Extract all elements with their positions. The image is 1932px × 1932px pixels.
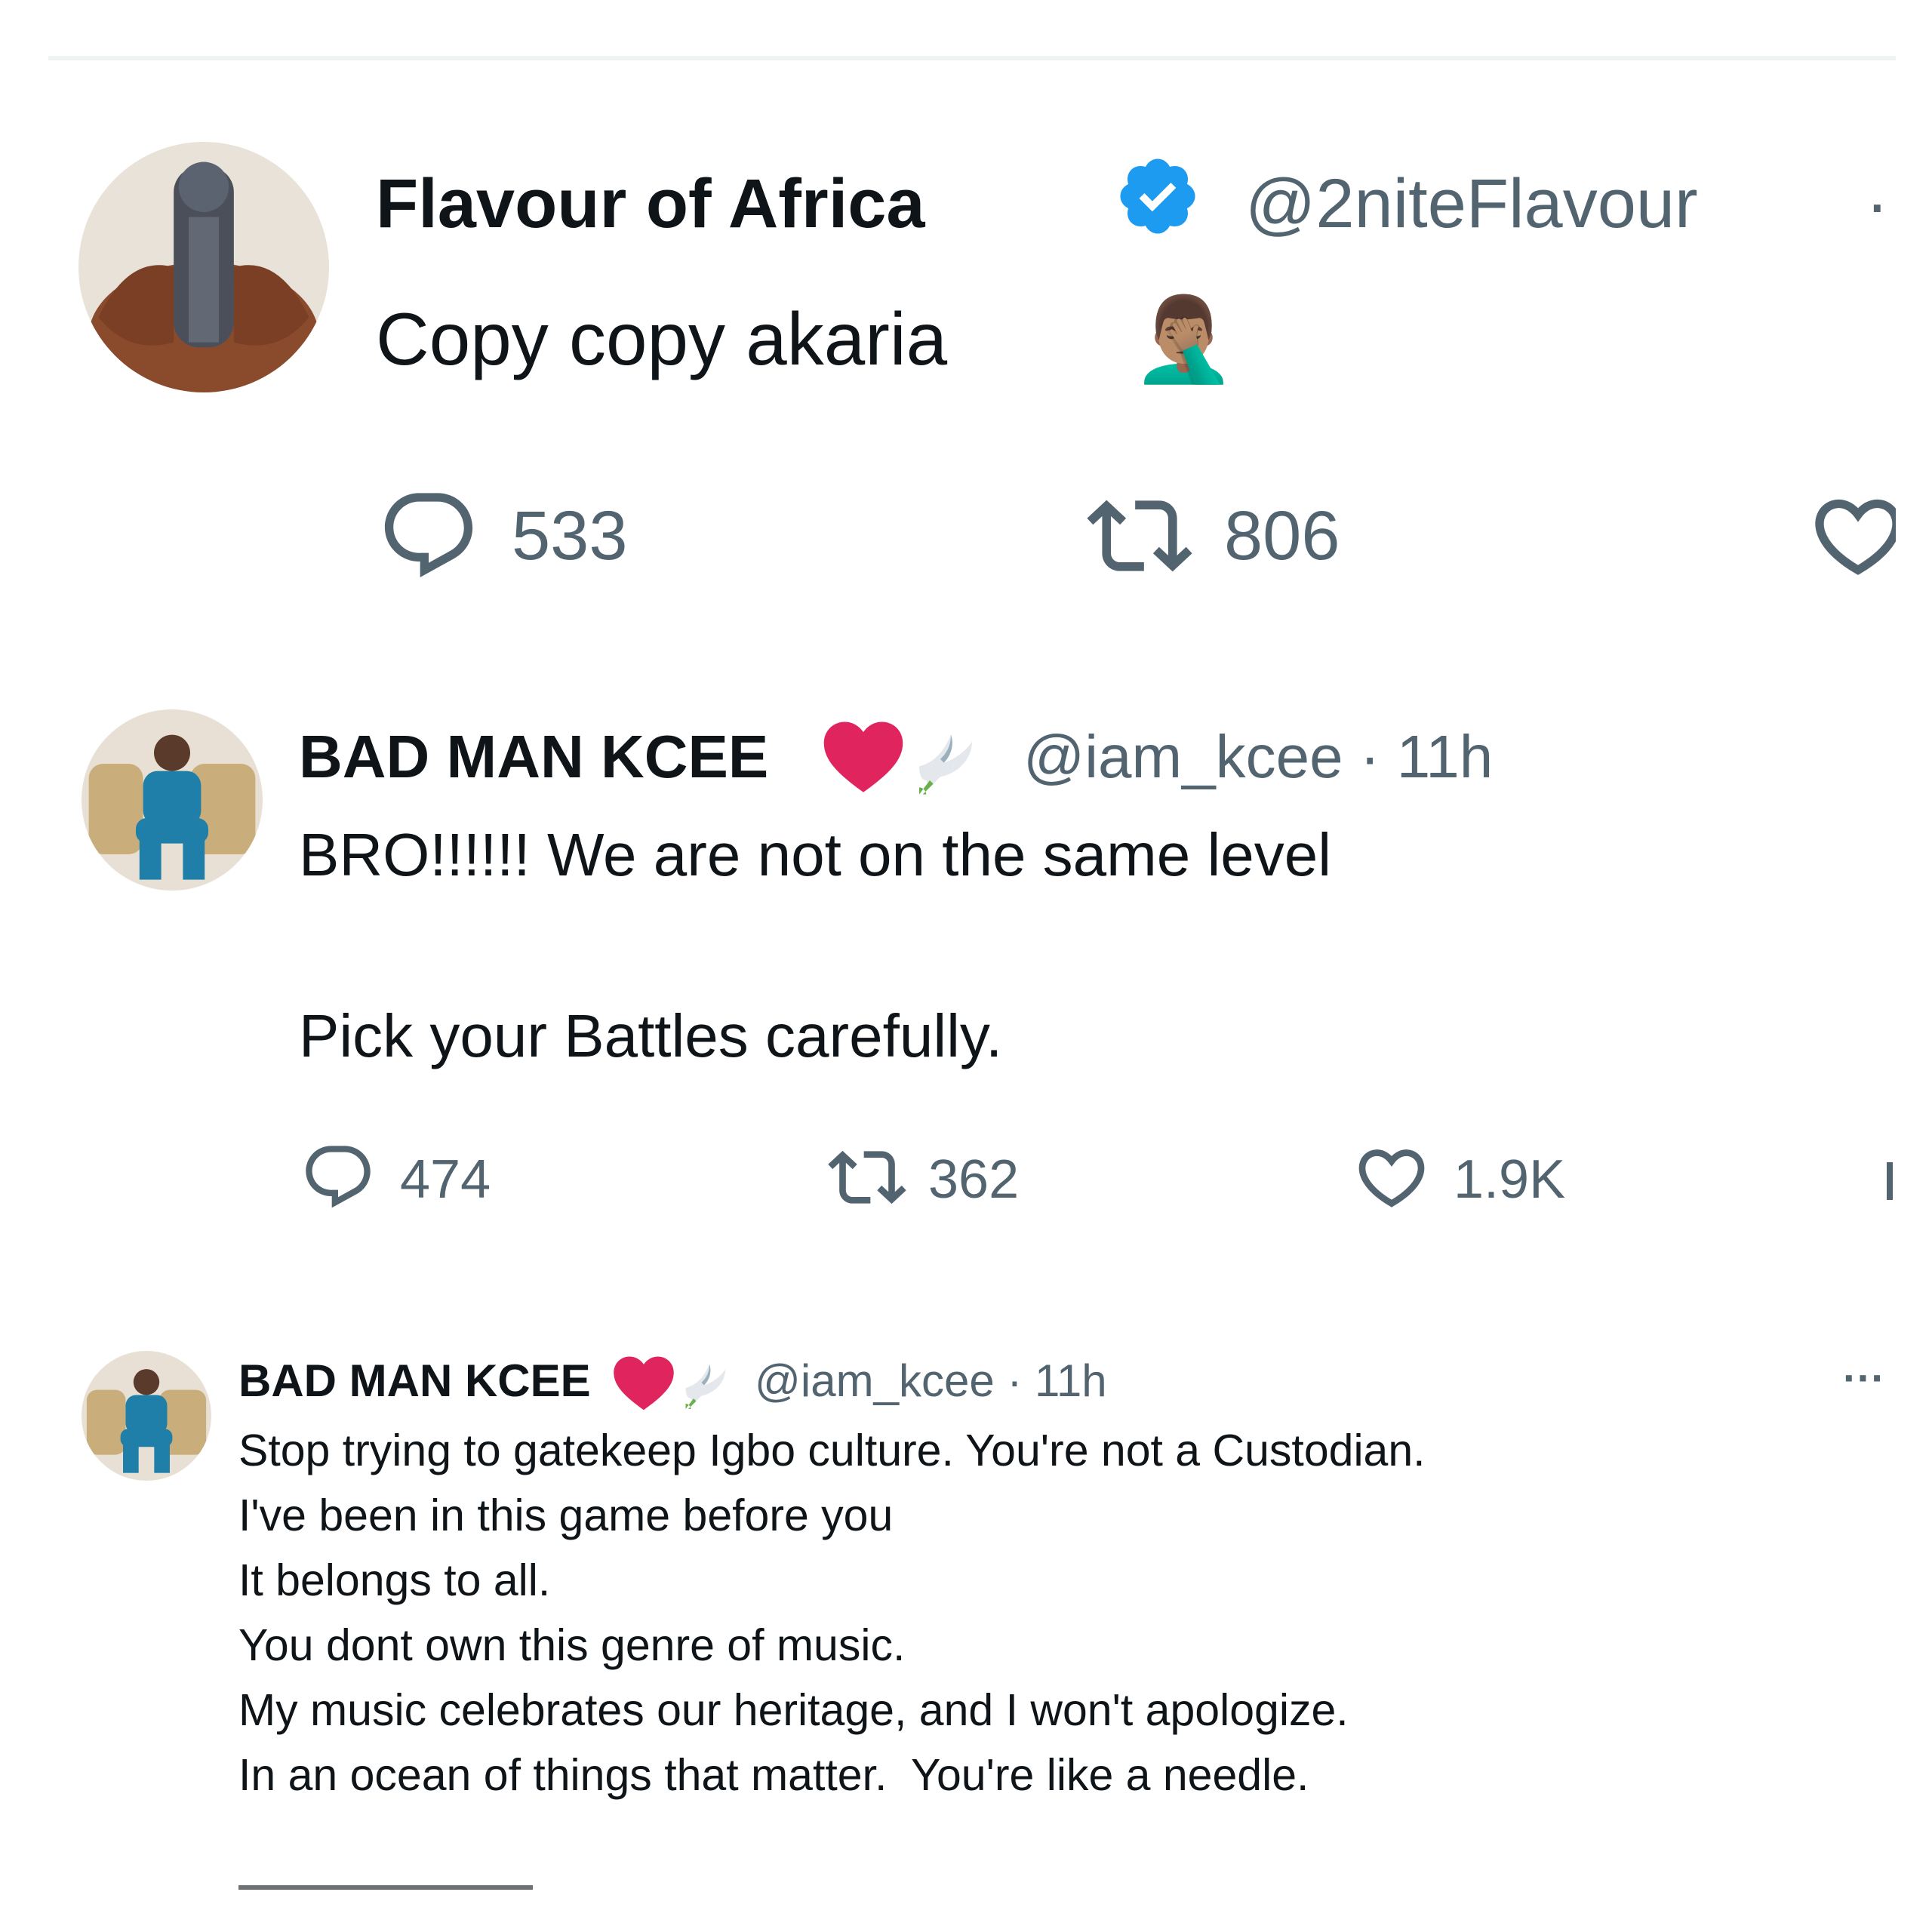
avatar[interactable] — [82, 1351, 211, 1481]
tweet-text-line: Stop trying to gatekeep Igbo culture. Yo… — [238, 1426, 1426, 1475]
like-icon[interactable] — [1807, 485, 1896, 587]
handle-time[interactable]: @iam_kcee · 11h — [755, 1351, 1107, 1411]
separator-dot: · — [1866, 165, 1889, 242]
like-count: 1.9K — [1454, 1149, 1566, 1210]
repost-count: 362 — [928, 1149, 1020, 1210]
dove-emoji-icon — [909, 717, 993, 801]
reply-icon[interactable] — [377, 485, 480, 587]
repost-icon[interactable] — [824, 1138, 910, 1217]
tweet-text-line: It belongs to all. — [238, 1555, 551, 1605]
display-name[interactable]: Flavour of Africa — [376, 157, 925, 251]
verified-badge-icon — [1114, 152, 1201, 240]
tweet-text-line-1: BRO!!!!!! We are not on the same level — [299, 821, 1332, 888]
cropped-text-remnant — [238, 1885, 533, 1890]
handle[interactable]: @2niteFlavour — [1245, 157, 1698, 251]
heart-emoji-icon — [611, 1354, 676, 1411]
avatar[interactable] — [78, 142, 329, 392]
display-name[interactable]: BAD MAN KCEE — [238, 1351, 591, 1411]
timeline: Flavour of Africa @2niteFlavour · Copy c… — [0, 0, 1896, 1932]
handle-time[interactable]: @iam_kcee · 11h — [1023, 717, 1493, 797]
reply-count: 474 — [400, 1149, 491, 1210]
reply-icon[interactable] — [300, 1140, 376, 1215]
display-name[interactable]: BAD MAN KCEE — [299, 717, 768, 797]
repost-icon[interactable] — [1084, 483, 1195, 589]
avatar[interactable] — [82, 709, 263, 891]
tweet-text-line: In an ocean of things that matter. You'r… — [238, 1750, 1309, 1800]
like-icon[interactable] — [1352, 1138, 1431, 1217]
dove-emoji-icon — [678, 1351, 741, 1414]
more-options-icon[interactable]: ··· — [1843, 1348, 1885, 1408]
repost-count: 806 — [1224, 497, 1340, 574]
views-icon[interactable] — [1887, 1162, 1893, 1200]
tweet-text-line: I've been in this game before you — [238, 1491, 894, 1540]
heart-emoji-icon — [821, 718, 906, 794]
tweet-text-line: You dont own this genre of music. — [238, 1620, 906, 1670]
tweet-text-line: My music celebrates our heritage, and I … — [238, 1685, 1349, 1735]
tweet-text: Copy copy akaria — [376, 297, 948, 380]
tweet-text-line-2: Pick your Battles carefully. — [299, 1002, 1003, 1069]
facepalm-emoji: 🤦🏽‍♂️ — [1132, 291, 1235, 387]
reply-count: 533 — [512, 497, 628, 574]
